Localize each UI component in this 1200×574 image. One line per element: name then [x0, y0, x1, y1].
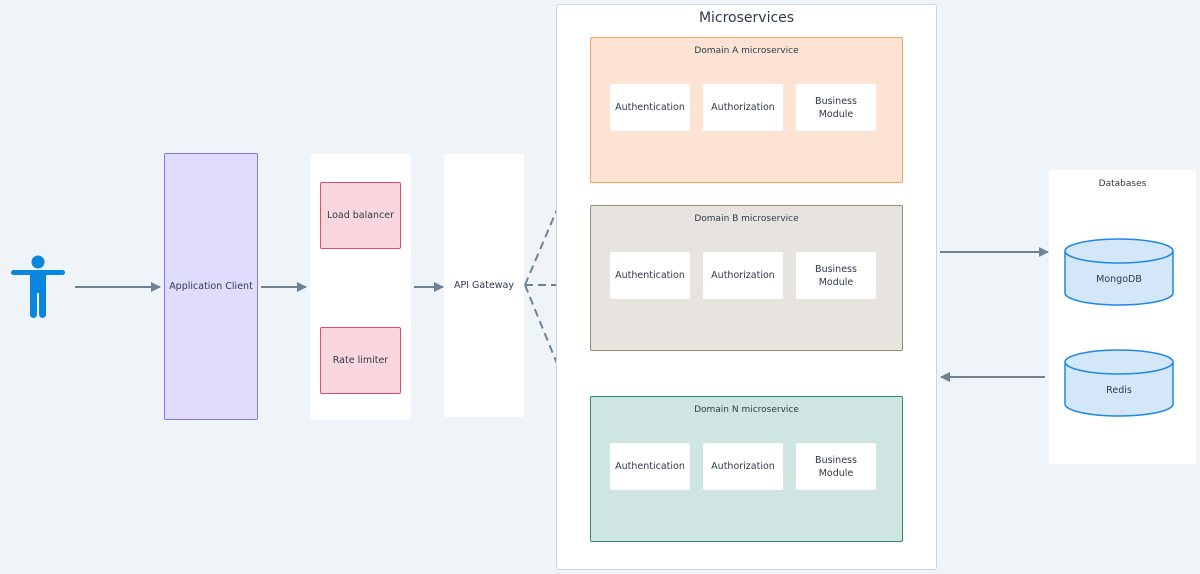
rate-limiter-label: Rate limiter: [332, 355, 389, 366]
person-icon: [11, 255, 65, 318]
api-gateway-label: API Gateway: [453, 280, 514, 291]
authentication-module[interactable]: Authentication: [610, 84, 690, 131]
module-label: Authorization: [711, 461, 775, 472]
load-balancer-node[interactable]: Load balancer: [320, 182, 401, 249]
databases-panel: [1049, 170, 1196, 464]
microservices-title: Microservices: [698, 10, 795, 26]
mongodb-label: MongoDB: [1096, 274, 1142, 285]
api-gateway-node[interactable]: API Gateway: [444, 154, 524, 417]
module-label: Authorization: [711, 270, 775, 281]
rate-limiter-node[interactable]: Rate limiter: [320, 327, 401, 394]
business-module[interactable]: Business Module: [796, 443, 876, 490]
databases-title: Databases: [1098, 179, 1147, 189]
module-label: Authentication: [615, 102, 685, 113]
database-cylinder-icon: [1064, 238, 1174, 306]
module-label: Business Module: [815, 454, 857, 479]
module-label: Authorization: [711, 102, 775, 113]
business-module[interactable]: Business Module: [796, 84, 876, 131]
domain-a-title: Domain A microservice: [694, 46, 799, 56]
mongodb-node[interactable]: MongoDB: [1064, 238, 1174, 306]
application-client-label: Application Client: [169, 281, 253, 292]
module-label: Business Module: [815, 95, 857, 120]
authorization-module[interactable]: Authorization: [703, 252, 783, 299]
authentication-module[interactable]: Authentication: [610, 252, 690, 299]
authorization-module[interactable]: Authorization: [703, 443, 783, 490]
authorization-module[interactable]: Authorization: [703, 84, 783, 131]
module-label: Authentication: [615, 461, 685, 472]
module-label: Business Module: [815, 263, 857, 288]
domain-b-title: Domain B microservice: [694, 214, 799, 224]
redis-node[interactable]: Redis: [1064, 349, 1174, 417]
database-cylinder-icon: [1064, 349, 1174, 417]
module-label: Authentication: [615, 270, 685, 281]
domain-b-microservice[interactable]: Domain B microservice Authentication Aut…: [590, 205, 903, 351]
domain-n-microservice[interactable]: Domain N microservice Authentication Aut…: [590, 396, 903, 542]
load-balancer-label: Load balancer: [326, 210, 395, 221]
authentication-module[interactable]: Authentication: [610, 443, 690, 490]
application-client-node[interactable]: Application Client: [164, 153, 258, 420]
business-module[interactable]: Business Module: [796, 252, 876, 299]
domain-a-microservice[interactable]: Domain A microservice Authentication Aut…: [590, 37, 903, 183]
redis-label: Redis: [1106, 385, 1132, 396]
domain-n-title: Domain N microservice: [694, 405, 799, 415]
